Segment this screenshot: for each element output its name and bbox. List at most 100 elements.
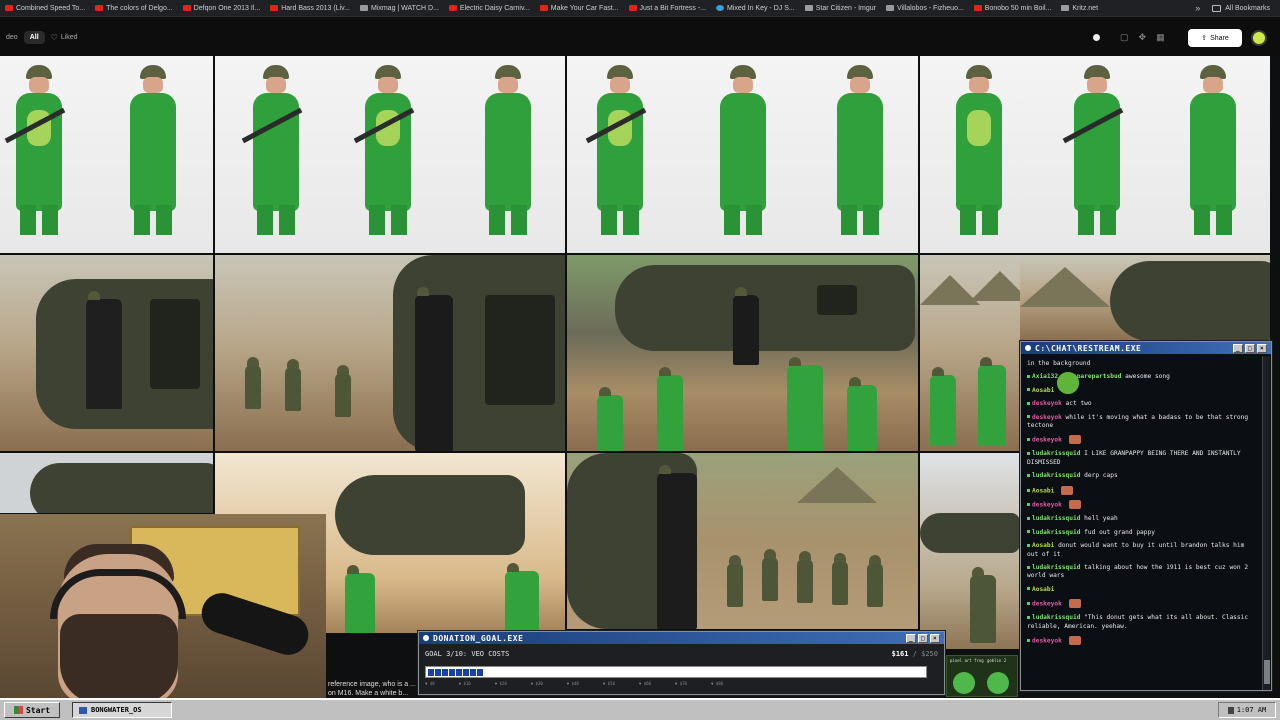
gallery-image[interactable] [215, 255, 565, 451]
platform-icon [1027, 516, 1030, 520]
bookmark-item[interactable]: Hard Bass 2013 (Liv... [265, 5, 355, 12]
maximize-button[interactable]: □ [918, 633, 928, 643]
bookmark-item[interactable]: Electric Daisy Carniv... [444, 5, 535, 12]
folder-icon [1212, 4, 1222, 12]
chat-message: Aosabi donut would want to buy it until … [1027, 542, 1259, 559]
speaker-icon[interactable] [1227, 706, 1234, 714]
bookmark-item[interactable]: Mixmag | WATCH D... [355, 5, 444, 12]
soldier-figure [829, 65, 891, 245]
zoom-slider-thumb[interactable] [1093, 34, 1100, 41]
crop-icon[interactable]: ▢ [1120, 32, 1129, 43]
reference-text: reference image, who is a ... on M16. Ma… [327, 680, 417, 698]
maximize-button[interactable]: □ [1245, 343, 1255, 353]
gallery-image[interactable] [0, 453, 213, 513]
bookmark-item[interactable]: Make Your Car Fast... [535, 5, 624, 12]
all-bookmarks-button[interactable]: All Bookmarks [1208, 4, 1280, 12]
bookmark-item[interactable]: Mixed In Key - DJ S... [711, 5, 800, 12]
chat-message: ludakrissquid I LIKE GRANPAPPY BEING THE… [1027, 450, 1259, 467]
bookmark-item[interactable]: The colors of Delgo... [90, 5, 178, 12]
frog-soldier [930, 367, 956, 445]
gallery-image[interactable] [1020, 255, 1270, 341]
platform-icon [1027, 388, 1030, 392]
more-bookmarks-button[interactable]: » [1187, 3, 1208, 13]
tab-all[interactable]: All [23, 30, 45, 44]
page-icon [1061, 5, 1070, 11]
tab-liked[interactable]: ♡ Liked [45, 33, 84, 42]
frog-soldier [787, 357, 823, 451]
bookmark-item[interactable]: Kritz.net [1056, 5, 1103, 12]
start-icon [13, 706, 23, 714]
chat-messages: in the backgroundAxia132_UR_sparepartsbu… [1023, 356, 1263, 690]
bookmark-item[interactable]: Star Citizen - Imgur [800, 5, 881, 12]
gallery-image[interactable] [567, 56, 918, 253]
gallery-image[interactable] [0, 56, 213, 253]
platform-icon [1027, 415, 1030, 419]
system-tray: 1:07 AM [1218, 702, 1276, 718]
chat-message: deskeyok [1027, 435, 1259, 445]
share-icon: ⇪ [1201, 35, 1208, 42]
soldier [245, 357, 261, 409]
bookmark-item[interactable]: Bonobo 50 min Boil... [969, 5, 1057, 12]
chat-message: in the background [1027, 360, 1259, 368]
donation-tick-label: ▼ $70 [674, 681, 687, 686]
soldier [797, 551, 813, 603]
gallery-image[interactable] [920, 255, 1020, 451]
chat-message: ludakrissquid derp caps [1027, 472, 1259, 480]
avatar[interactable] [1251, 30, 1267, 46]
chat-scrollbar[interactable] [1262, 356, 1270, 690]
soldier [285, 359, 301, 411]
frog-soldier [505, 563, 539, 633]
bookmarks-bar: Combined Speed To... The colors of Delgo… [0, 0, 1280, 17]
bookmark-item[interactable]: Just a Bit Fortress -... [624, 5, 712, 12]
frog-soldier [597, 387, 623, 451]
tent [797, 467, 877, 503]
bookmark-item[interactable]: Villalobos - Fizheuo... [881, 5, 969, 12]
donation-tick-label: ▼ $50 [602, 681, 615, 686]
gallery-image[interactable] [920, 453, 1020, 649]
gallery-image[interactable] [567, 255, 918, 451]
helicopter [1110, 261, 1270, 341]
page-icon [886, 5, 894, 11]
donation-titlebar[interactable]: DONATION_GOAL.EXE _ □ × [419, 632, 944, 644]
gallery-image[interactable] [920, 56, 1270, 253]
platform-icon [1027, 503, 1030, 507]
chat-message: ludakrissquid hell yeah [1027, 515, 1259, 523]
platform-icon [1027, 374, 1030, 378]
start-button[interactable]: Start [4, 702, 60, 718]
minimize-button[interactable]: _ [1233, 343, 1243, 353]
chat-text: in the background [1027, 360, 1091, 367]
close-button[interactable]: × [1257, 343, 1267, 353]
grid-icon[interactable]: ▦ [1156, 32, 1165, 43]
chat-username: deskeyok [1032, 436, 1062, 444]
chat-titlebar[interactable]: C:\CHAT\RESTREAM.EXE _ □ × [1021, 342, 1271, 354]
chat-window: C:\CHAT\RESTREAM.EXE _ □ × in the backgr… [1020, 341, 1272, 691]
globe-icon [716, 5, 725, 11]
grid-dense-icon[interactable]: ✥ [1139, 32, 1147, 43]
scrollbar-thumb[interactable] [1264, 660, 1270, 684]
donation-tick-label: ▼ $30 [530, 681, 543, 686]
platform-icon [1027, 587, 1030, 591]
helicopter-window [485, 295, 555, 405]
bookmark-item[interactable]: Defqon One 2013 Il... [178, 5, 266, 12]
taskbar-item[interactable]: BONGWATER_OS [72, 702, 172, 718]
minimize-button[interactable]: _ [906, 633, 916, 643]
soldier [762, 549, 778, 601]
soldier [657, 465, 697, 629]
chat-message: deskeyok [1027, 635, 1259, 646]
gallery-image[interactable] [567, 453, 918, 629]
frog-soldier [847, 377, 877, 451]
youtube-icon [628, 5, 637, 11]
bookmark-item[interactable]: Combined Speed To... [0, 5, 90, 12]
platform-icon [1027, 473, 1030, 477]
donation-goal-label: GOAL 3/10: VEO COSTS [425, 650, 510, 658]
gallery-image[interactable] [0, 255, 213, 451]
chat-username: deskeyok [1032, 600, 1062, 608]
chat-username: ludakrissquid [1032, 450, 1081, 458]
soldier [415, 287, 453, 451]
share-button[interactable]: ⇪ Share [1188, 29, 1242, 47]
chat-message: ludakrissquid fud out grand pappy [1027, 529, 1259, 537]
chat-username: deskeyok [1032, 501, 1062, 509]
gallery-image[interactable] [215, 56, 565, 253]
close-button[interactable]: × [930, 633, 940, 643]
tab-video[interactable]: deo [0, 34, 24, 41]
